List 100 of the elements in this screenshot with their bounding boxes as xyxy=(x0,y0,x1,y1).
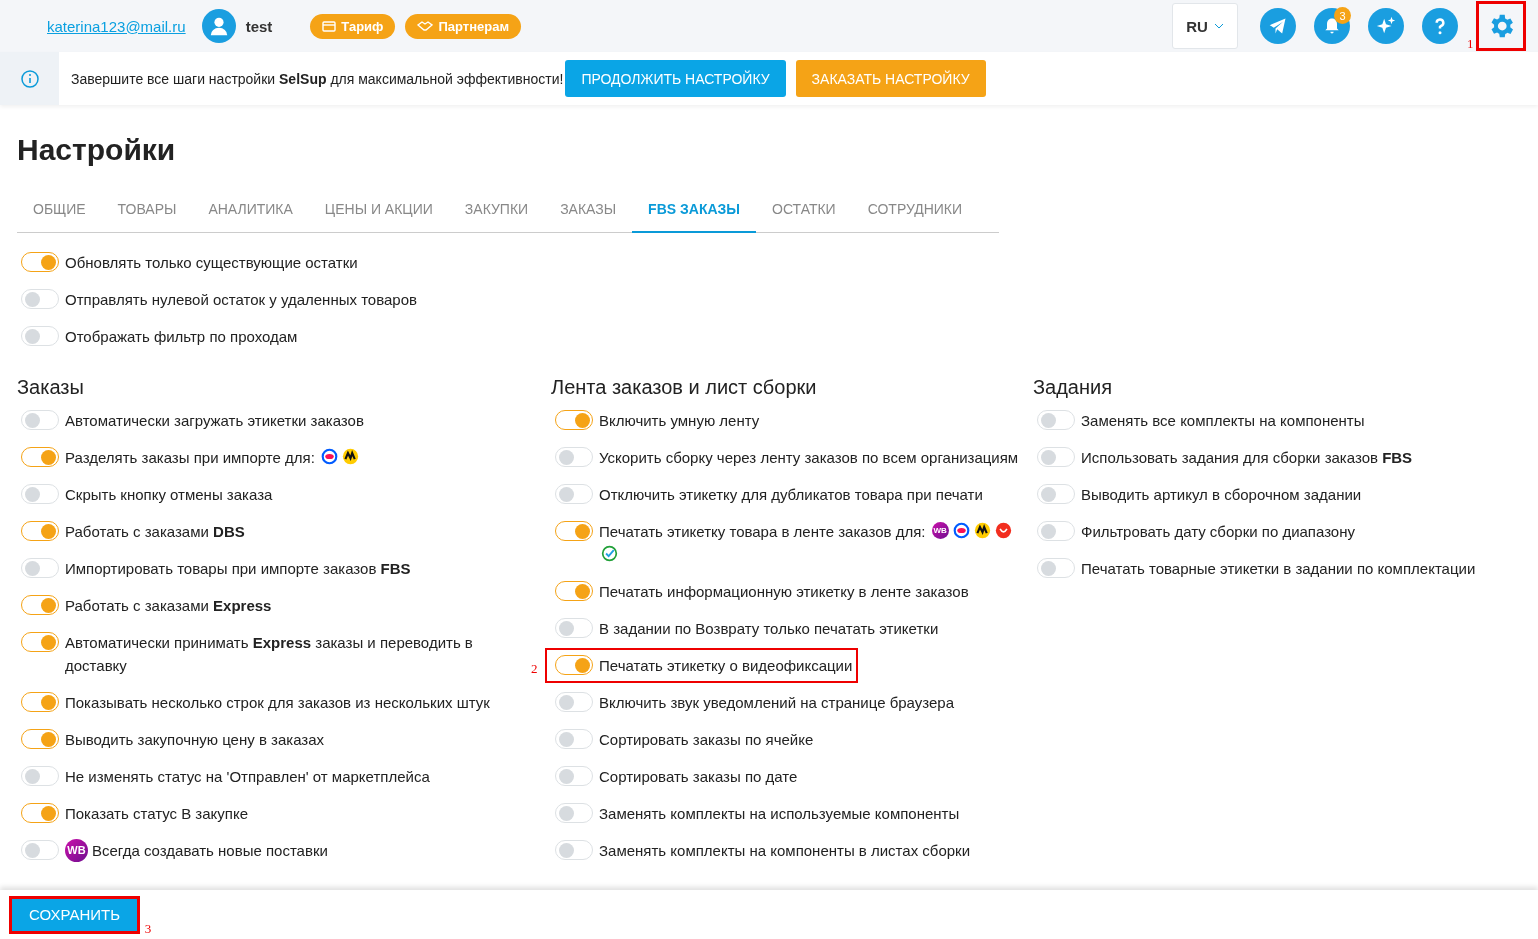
telegram-icon xyxy=(1268,16,1288,36)
tab[interactable]: СОТРУДНИКИ xyxy=(851,193,979,233)
annotation-number: 1 xyxy=(1467,36,1474,52)
setting-label: Отключить этикетку для дубликатов товара при печати xyxy=(599,486,983,503)
tab[interactable]: АНАЛИТИКА xyxy=(192,193,309,233)
toggle-switch[interactable] xyxy=(555,581,593,601)
toggle-switch[interactable] xyxy=(21,632,59,652)
setting-label: Всегда создавать новые поставки xyxy=(92,842,328,859)
language-select[interactable]: RU xyxy=(1172,3,1238,49)
toggle-switch[interactable] xyxy=(21,595,59,615)
setting-label: Работать с заказами Express xyxy=(65,597,272,614)
setting-label: Печатать товарные этикетки в задании по комплектации xyxy=(1081,560,1476,577)
setting-label: Не изменять статус на 'Отправлен' от маркетплейса xyxy=(65,768,430,785)
setting-label: Отображать фильтр по проходам xyxy=(65,328,298,345)
avatar-icon[interactable] xyxy=(201,9,236,43)
setting-label: Фильтровать дату сборки по диапазону xyxy=(1081,523,1355,540)
partners-button[interactable]: Партнерам xyxy=(405,13,522,39)
setting-label: Работать с заказами DBS xyxy=(65,523,245,540)
sparkle-button[interactable] xyxy=(1368,8,1404,44)
toggle-switch[interactable] xyxy=(21,803,59,823)
toggle-switch[interactable] xyxy=(1037,558,1075,578)
setting-label: В задании по Возврату только печатать этикетки xyxy=(599,620,939,637)
tab[interactable]: FBS ЗАКАЗЫ xyxy=(632,193,756,233)
card-icon xyxy=(322,20,337,32)
ozon-icon xyxy=(321,448,339,465)
bell-button[interactable]: 3 xyxy=(1314,8,1350,44)
tab[interactable]: ЗАКАЗЫ xyxy=(544,193,633,233)
toggle-switch[interactable] xyxy=(555,410,593,430)
toggle-switch[interactable] xyxy=(21,558,59,578)
toggle-switch[interactable] xyxy=(21,766,59,786)
toggle-switch[interactable] xyxy=(21,840,59,860)
setting-label: Использовать задания для сборки заказов FBS xyxy=(1081,449,1413,466)
toggle-switch[interactable] xyxy=(555,692,593,712)
setting-label: Ускорить сборку через ленту заказов по всем организациям xyxy=(599,449,1019,466)
setting-label: Отправлять нулевой остаток у удаленных товаров xyxy=(65,291,417,308)
setting-label: Печатать информационную этикетку в ленте заказов xyxy=(599,583,969,600)
yandex-market-icon xyxy=(342,448,360,465)
toggle-switch[interactable] xyxy=(1037,447,1075,467)
user-name: test xyxy=(245,17,273,35)
setting-label: Автоматически загружать этикетки заказов xyxy=(65,412,364,429)
tariff-button[interactable]: Тариф xyxy=(310,13,396,39)
toggle-switch[interactable] xyxy=(1037,484,1075,504)
setting-label: Включить умную ленту xyxy=(599,412,760,429)
toggle-switch[interactable] xyxy=(555,447,593,467)
toggle-switch[interactable] xyxy=(21,521,59,541)
annotation-number: 2 xyxy=(531,660,538,678)
telegram-button[interactable] xyxy=(1260,8,1296,44)
aliexpress-icon xyxy=(994,522,1012,539)
toggle-switch[interactable] xyxy=(1037,410,1075,430)
setting-label: Импортировать товары при импорте заказов FBS xyxy=(65,560,411,577)
toggle-switch[interactable] xyxy=(555,766,593,786)
info-icon xyxy=(19,68,40,89)
toggle-switch[interactable] xyxy=(555,729,593,749)
setting-label: Печатать этикетку о видеофиксации xyxy=(599,657,853,674)
setting-label: Обновлять только существующие остатки xyxy=(65,254,358,271)
yandex-market-icon xyxy=(973,522,991,539)
toggle-switch[interactable] xyxy=(555,803,593,823)
toggle-switch[interactable] xyxy=(555,618,593,638)
wildberries-icon: WB xyxy=(65,839,88,862)
setting-label: Показать статус В закупке xyxy=(65,805,248,822)
notification-badge: 3 xyxy=(1334,7,1351,24)
toggle-switch[interactable] xyxy=(21,729,59,749)
toggle-switch[interactable] xyxy=(21,326,59,346)
tab[interactable]: ЦЕНЫ И АКЦИИ xyxy=(308,193,449,233)
banner-text: Завершите все шаги настройки SelSup для максимальной эффективности! xyxy=(71,70,564,87)
setting-label: Заменять все комплекты на компоненты xyxy=(1081,412,1365,429)
chevron-down-icon xyxy=(1213,23,1224,29)
setting-label: Печатать этикетку товара в ленте заказов для: xyxy=(599,523,926,540)
annotation-number: 3 xyxy=(144,920,152,937)
setting-label: Заменять комплекты на компоненты в листах сборки xyxy=(599,842,971,859)
ozon-icon xyxy=(952,522,970,539)
toggle-switch[interactable] xyxy=(21,289,59,309)
help-button[interactable] xyxy=(1422,8,1458,44)
toggle-switch[interactable] xyxy=(21,447,59,467)
section-title: Задания xyxy=(1033,376,1114,399)
toggle-switch[interactable] xyxy=(1037,521,1075,541)
order-setup-button[interactable]: ЗАКАЗАТЬ НАСТРОЙКУ xyxy=(795,60,986,97)
setting-label: Выводить артикул в сборочном задании xyxy=(1081,486,1362,503)
setting-label: Показывать несколько строк для заказов из нескольких штук xyxy=(65,694,490,711)
sber-icon xyxy=(601,545,618,562)
toggle-switch[interactable] xyxy=(555,840,593,860)
tab[interactable]: ОСТАТКИ xyxy=(756,193,852,233)
toggle-switch[interactable] xyxy=(21,484,59,504)
tab[interactable]: ОБЩИЕ xyxy=(17,193,102,233)
tab[interactable]: ЗАКУПКИ xyxy=(448,193,545,233)
toggle-switch[interactable] xyxy=(21,692,59,712)
email-link[interactable]: katerina123@mail.ru xyxy=(47,17,186,35)
toggle-switch[interactable] xyxy=(21,252,59,272)
setting-label: Выводить закупочную цену в заказах xyxy=(65,731,325,748)
toggle-switch[interactable] xyxy=(555,655,593,675)
toggle-switch[interactable] xyxy=(555,521,593,541)
continue-setup-button[interactable]: ПРОДОЛЖИТЬ НАСТРОЙКУ xyxy=(565,60,786,97)
wildberries-icon: WB xyxy=(931,522,949,539)
tab[interactable]: ТОВАРЫ xyxy=(101,193,193,233)
setting-label: Автоматически принимать Express заказы и переводить в доставку xyxy=(65,634,473,674)
handshake-icon xyxy=(417,20,434,32)
setting-label: Включить звук уведомлений на странице браузера xyxy=(599,694,954,711)
toggle-switch[interactable] xyxy=(21,410,59,430)
setting-label: Сортировать заказы по дате xyxy=(599,768,798,785)
toggle-switch[interactable] xyxy=(555,484,593,504)
